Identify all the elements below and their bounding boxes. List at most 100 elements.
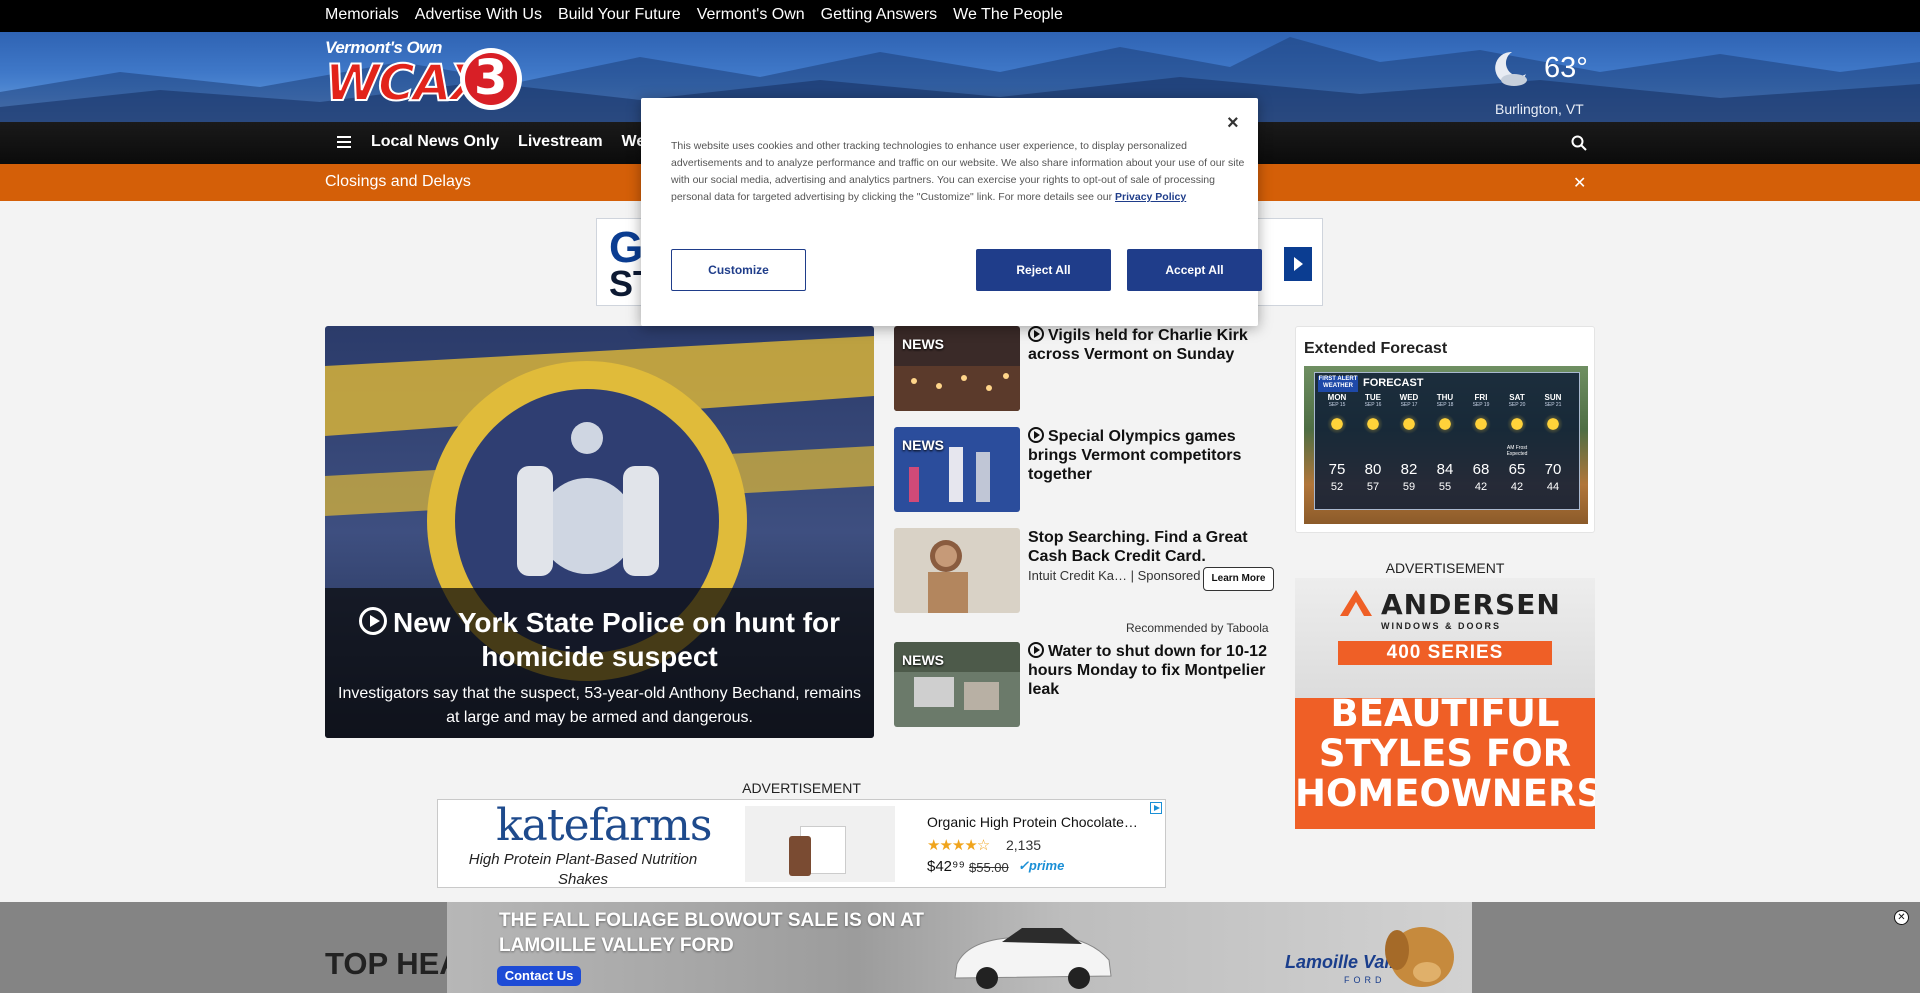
util-link-getting-answers[interactable]: Getting Answers xyxy=(821,6,938,23)
alert-text[interactable]: Closings and Delays xyxy=(325,173,471,191)
hero-headline[interactable]: New York State Police on hunt for homici… xyxy=(325,606,874,674)
star-rating-icon: ★★★★☆ xyxy=(927,837,990,854)
story-thumbnail[interactable]: NEWS xyxy=(894,642,1020,727)
logo-channel-badge: 3 xyxy=(460,48,522,110)
katefarms-tagline: High Protein Plant-Based Nutrition Shake… xyxy=(468,851,698,888)
hero-story[interactable]: New York State Police on hunt for homici… xyxy=(325,326,874,738)
weather-widget[interactable]: 63° Burlington, VT xyxy=(1490,42,1600,117)
privacy-policy-link[interactable]: Privacy Policy xyxy=(1115,191,1186,203)
sun-icon xyxy=(1435,414,1455,434)
dog-image xyxy=(1385,927,1454,987)
car-image xyxy=(954,928,1112,989)
nav-livestream[interactable]: Livestream xyxy=(518,133,603,150)
list-item[interactable]: NEWS Vigils held for Charlie Kirk across… xyxy=(894,326,1277,411)
play-icon xyxy=(358,607,387,635)
woman-photo xyxy=(894,528,1020,613)
andersen-ad-header: ANDERSEN WINDOWS & DOORS 400 SERIES xyxy=(1295,578,1595,698)
weather-location: Burlington, VT xyxy=(1495,101,1584,117)
forecast-day: FRI SEP 19 68 42 xyxy=(1471,393,1491,493)
story-thumbnail[interactable]: NEWS xyxy=(894,427,1020,512)
close-icon[interactable]: ✕ xyxy=(1573,173,1586,193)
forecast-day: WED SEP 17 82 59 xyxy=(1399,393,1419,493)
story-thumbnail[interactable]: NEWS xyxy=(894,326,1020,411)
forecast-header: FORECAST xyxy=(1363,377,1424,389)
close-ad-icon[interactable]: ✕ xyxy=(1894,910,1909,925)
sun-icon xyxy=(1543,414,1563,434)
sun-icon xyxy=(1399,414,1419,434)
close-icon[interactable]: × xyxy=(1227,112,1239,135)
forecast-title: Extended Forecast xyxy=(1304,340,1448,357)
product-price: $42⁹⁹ xyxy=(927,858,965,875)
play-icon xyxy=(1028,427,1044,443)
forecast-day: THU SEP 18 84 55 xyxy=(1435,393,1455,493)
story-title[interactable]: Special Olympics games brings Vermont co… xyxy=(1028,427,1278,484)
taboola-attribution[interactable]: Recommended by Taboola xyxy=(1126,621,1269,635)
andersen-series: 400 SERIES xyxy=(1338,641,1552,665)
news-badge: NEWS xyxy=(902,652,944,668)
sticky-ad-headline: THE FALL FOLIAGE BLOWOUT SALE IS ON AT L… xyxy=(499,910,925,956)
first-alert-logo: FIRST ALERT WEATHER xyxy=(1318,376,1358,392)
list-item[interactable]: NEWS Water to shut down for 10-12 hours … xyxy=(894,642,1277,727)
play-icon xyxy=(1028,326,1044,342)
sun-icon xyxy=(1507,414,1527,434)
util-link-vermonts-own[interactable]: Vermont's Own xyxy=(697,6,805,23)
util-link-memorials[interactable]: Memorials xyxy=(325,6,399,23)
section-heading: TOP HEA xyxy=(325,946,462,981)
play-icon xyxy=(1028,642,1044,658)
reject-all-button[interactable]: Reject All xyxy=(976,249,1111,291)
cookie-consent-dialog: × This website uses cookies and other tr… xyxy=(641,98,1262,326)
hero-summary: Investigators say that the suspect, 53-y… xyxy=(338,685,861,726)
forecast-day: SAT SEP 20 AM Frost Expected 65 42 xyxy=(1506,393,1528,493)
andersen-sub: WINDOWS & DOORS xyxy=(1381,621,1501,631)
prime-badge: ✓prime xyxy=(1018,858,1065,873)
andersen-brand: ANDERSEN xyxy=(1381,588,1561,621)
ad-label: ADVERTISEMENT xyxy=(1385,560,1505,576)
sun-icon xyxy=(1363,414,1383,434)
forecast-day: TUE SEP 16 80 57 xyxy=(1363,393,1383,493)
rating-count: 2,135 xyxy=(1006,837,1042,853)
contact-us-button[interactable]: Contact Us xyxy=(497,966,581,986)
sponsored-meta: Intuit Credit Ka… | Sponsored xyxy=(1028,568,1201,583)
wcax-logo[interactable]: Vermont's Own WCAX 3 xyxy=(324,38,525,118)
forecast-day: MON SEP 15 75 52 xyxy=(1327,393,1347,493)
moon-cloud-icon xyxy=(1495,51,1527,86)
sticky-bottom-ad[interactable]: THE FALL FOLIAGE BLOWOUT SALE IS ON AT L… xyxy=(447,902,1472,993)
util-link-build-future[interactable]: Build Your Future xyxy=(558,6,681,23)
story-title[interactable]: Water to shut down for 10-12 hours Monda… xyxy=(1028,642,1278,699)
current-temperature: 63° xyxy=(1544,52,1588,84)
katefarms-brand: katefarms xyxy=(496,800,712,851)
news-badge: NEWS xyxy=(902,336,944,352)
product-image[interactable] xyxy=(745,806,895,882)
product-title[interactable]: Organic High Protein Chocolate… xyxy=(927,814,1138,830)
ad-label: ADVERTISEMENT xyxy=(742,780,861,796)
accept-all-button[interactable]: Accept All xyxy=(1127,249,1262,291)
sponsored-title[interactable]: Stop Searching. Find a Great Cash Back C… xyxy=(1028,528,1278,566)
utility-nav: Memorials Advertise With Us Build Your F… xyxy=(0,0,1920,32)
story-title[interactable]: Vigils held for Charlie Kirk across Verm… xyxy=(1028,326,1278,364)
search-icon[interactable] xyxy=(1571,135,1587,151)
util-link-we-the-people[interactable]: We The People xyxy=(953,6,1063,23)
andersen-logo-icon xyxy=(1340,590,1372,616)
customize-button[interactable]: Customize xyxy=(671,249,806,291)
cookie-consent-text: This website uses cookies and other trac… xyxy=(671,140,1245,203)
sponsored-item[interactable]: Stop Searching. Find a Great Cash Back C… xyxy=(894,528,1277,613)
forecast-graphic[interactable]: FIRST ALERT WEATHER FORECAST MON SEP 15 75… xyxy=(1304,366,1588,524)
sun-icon xyxy=(1471,414,1491,434)
arrow-right-icon[interactable] xyxy=(1284,247,1312,281)
sun-icon xyxy=(1327,414,1347,434)
andersen-ad[interactable]: ANDERSEN WINDOWS & DOORS 400 SERIES BEAU… xyxy=(1295,578,1595,829)
forecast-day: SUN SEP 21 70 44 xyxy=(1543,393,1563,493)
news-badge: NEWS xyxy=(902,437,944,453)
adchoices-icon[interactable] xyxy=(1150,802,1162,814)
learn-more-button[interactable]: Learn More xyxy=(1203,567,1274,591)
sponsored-thumbnail[interactable] xyxy=(894,528,1020,613)
extended-forecast-card[interactable]: Extended Forecast FIRST ALERT WEATHER FO… xyxy=(1295,326,1595,533)
util-link-advertise[interactable]: Advertise With Us xyxy=(415,6,542,23)
katefarms-ad[interactable]: katefarms High Protein Plant-Based Nutri… xyxy=(437,799,1166,888)
list-item[interactable]: NEWS Special Olympics games brings Vermo… xyxy=(894,427,1277,512)
product-was-price: $55.00 xyxy=(969,860,1009,875)
forecast-panel: FIRST ALERT WEATHER FORECAST MON SEP 15 75… xyxy=(1314,372,1580,510)
andersen-tagline: BEAUTIFUL STYLES FOR HOMEOWNERS. xyxy=(1295,692,1595,815)
nav-local-news-only[interactable]: Local News Only xyxy=(371,133,499,150)
hamburger-menu-icon[interactable] xyxy=(337,136,351,148)
